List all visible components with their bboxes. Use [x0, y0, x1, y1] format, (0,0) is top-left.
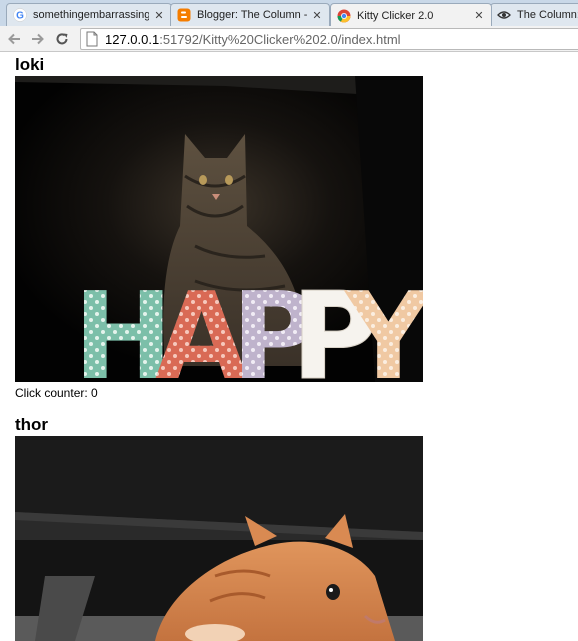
tab-title: Kitty Clicker 2.0	[357, 9, 434, 22]
google-g-icon: G	[13, 8, 27, 22]
page-content: loki H A P P Y Click counter: 0 thor	[15, 52, 423, 641]
close-tab-icon[interactable]: ✕	[153, 9, 165, 22]
forward-button[interactable]	[28, 29, 48, 49]
back-button[interactable]	[4, 29, 24, 49]
url-host: 127.0.0.1	[105, 31, 160, 47]
address-bar[interactable]: 127.0.0.1:51792/Kitty%20Clicker%202.0/in…	[80, 28, 578, 50]
click-count-value: 0	[91, 386, 98, 400]
tab-google-search[interactable]: G somethingembarrassing ✕	[6, 3, 172, 26]
svg-text:G: G	[16, 11, 24, 22]
tab-the-column[interactable]: The Column: 3	[490, 3, 578, 26]
letter-y: Y	[343, 268, 423, 382]
tab-title: The Column: 3	[517, 9, 578, 21]
tab-title: somethingembarrassing	[33, 9, 149, 21]
tab-kitty-clicker[interactable]: Kitty Clicker 2.0 ✕	[330, 3, 492, 26]
click-counter: Click counter: 0	[15, 382, 423, 400]
chrome-icon	[337, 9, 351, 23]
tab-title: Blogger: The Column - Co	[197, 9, 307, 21]
close-tab-icon[interactable]: ✕	[311, 9, 323, 22]
blogger-icon	[177, 8, 191, 22]
url-path: :51792/Kitty%20Clicker%202.0/index.html	[159, 31, 401, 47]
browser-toolbar: 127.0.0.1:51792/Kitty%20Clicker%202.0/in…	[0, 26, 578, 52]
cat-name-loki: loki	[15, 55, 45, 74]
close-tab-icon[interactable]: ✕	[473, 9, 485, 22]
reload-icon	[56, 33, 68, 45]
page-icon	[86, 31, 98, 47]
cat-photo-thor[interactable]	[15, 436, 423, 641]
tab-blogger[interactable]: Blogger: The Column - Co ✕	[170, 3, 330, 26]
click-counter-label: Click counter:	[15, 386, 88, 400]
eye-icon	[497, 8, 511, 22]
tab-strip: G somethingembarrassing ✕ Blogger: The C…	[0, 0, 578, 26]
cat-photo-loki[interactable]: H A P P Y	[15, 76, 423, 382]
reload-button[interactable]	[52, 29, 72, 49]
back-arrow-icon	[8, 33, 20, 45]
forward-arrow-icon	[32, 33, 44, 45]
cat-name-thor: thor	[15, 415, 49, 434]
